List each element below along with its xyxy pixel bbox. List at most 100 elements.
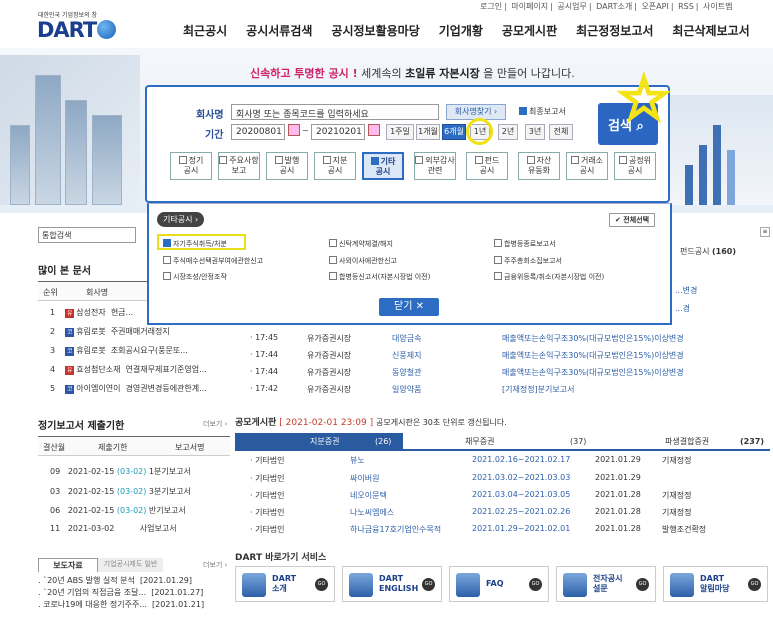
option-fsc-registration[interactable]: 금융위등록/취소(자본시장법 이전) <box>494 272 604 282</box>
periodic-more-link[interactable]: 더보기 › <box>203 419 227 429</box>
service-dart-intro[interactable]: DART 소개 GO <box>235 566 335 602</box>
table-row[interactable]: 09 2021-02-15 (03-02) 1분기보고서 <box>50 466 191 477</box>
option-shareholder-meeting[interactable]: 주주총회소집보고서 <box>494 256 562 266</box>
period-1month[interactable]: 1개월 <box>416 124 440 140</box>
table-row[interactable]: · 기타법인 뷰노 2021.02.16~2021.02.17 2021.01.29 기… <box>250 455 691 466</box>
mypage-link[interactable]: 마이페이지 <box>511 2 548 11</box>
list-item[interactable]: 1 유 삼성전자 현금... <box>50 307 133 318</box>
logo-text: DART <box>37 18 97 42</box>
dart-logo[interactable]: DART <box>37 18 117 42</box>
list-item[interactable]: 3 코 휴림로봇 조회공시요구(풍문또... <box>50 345 188 356</box>
period-3year[interactable]: 3년 <box>525 124 545 140</box>
service-survey[interactable]: 전자공시 설문 GO <box>556 566 656 602</box>
go-icon: GO <box>315 578 328 591</box>
go-icon: GO <box>529 578 542 591</box>
list-item[interactable]: . 코로나19에 대응한 정기주주... [2021.01.21] <box>38 599 204 610</box>
list-item[interactable]: 5 코 아이엠이연이 경영권변경등에관한계... <box>50 383 207 394</box>
table-row[interactable]: 03 2021-02-15 (03-02) 3분기보고서 <box>50 486 191 497</box>
board-header: 공모게시판 [ 2021-02-01 23:09 ] 공모게시판은 30초 단위… <box>235 418 507 428</box>
total-search-input[interactable]: 통합검색 <box>38 227 136 243</box>
nav-public-offering[interactable]: 공모게시판 <box>502 22 557 39</box>
rss-link[interactable]: RSS <box>678 2 694 11</box>
date-to-input[interactable]: 20210201 <box>311 124 365 140</box>
service-faq[interactable]: FAQ GO <box>449 566 549 602</box>
option-outside-director[interactable]: 사외이사에관한신고 <box>329 256 397 266</box>
dart-english-icon <box>349 573 373 597</box>
category-fund[interactable]: 펀드 공시 <box>466 152 508 180</box>
service-notice[interactable]: DART 알림마당 GO <box>663 566 768 602</box>
openapi-link[interactable]: 오픈API <box>641 2 668 11</box>
table-row[interactable]: · 기타법인 나노씨엠에스 2021.02.25~2021.02.26 2021.01… <box>250 507 691 518</box>
press-more-link[interactable]: 더보기 › <box>203 560 227 570</box>
date-from-input[interactable]: 20200801 <box>231 124 285 140</box>
select-all-button[interactable]: ✔ 전체선택 <box>609 213 656 227</box>
final-report-checkbox[interactable]: 최종보고서 <box>519 106 566 117</box>
nav-company-overview[interactable]: 기업개황 <box>439 22 483 39</box>
disclosure-work-link[interactable]: 공시업무 <box>557 2 586 11</box>
period-6month[interactable]: 6개월 <box>442 124 466 140</box>
category-issuance[interactable]: 발행 공시 <box>266 152 308 180</box>
partial-report-link[interactable]: ...경 <box>675 303 690 314</box>
category-ftc[interactable]: 공정위 공시 <box>614 152 656 180</box>
nav-recent-disclosure[interactable]: 최근공시 <box>183 22 227 39</box>
table-row[interactable]: · 기타법인 하나금융17호기업인수목적 2021.01.29~2021.02.01… <box>250 524 706 535</box>
hero-buildings-image <box>0 55 140 205</box>
table-row[interactable]: · 기타법인 싸이버원 2021.03.02~2021.03.03 2021.01.2… <box>250 473 641 484</box>
category-audit[interactable]: 외부감사 관련 <box>414 152 456 180</box>
partial-report-link[interactable]: ...변경 <box>675 285 697 296</box>
list-item[interactable]: . `20년 기업의 직접금융 조달... [2021.01.27] <box>38 587 203 598</box>
period-all[interactable]: 전체 <box>549 124 573 140</box>
tab-disclosure-system[interactable]: 기업공시제도 일반 <box>98 558 163 572</box>
date-separator: ~ <box>302 126 309 135</box>
tab-press[interactable]: 보도자료 <box>38 558 98 572</box>
tab-equity[interactable]: 지분증권 (26) <box>235 433 403 451</box>
star-annotation-icon: ☆ <box>616 64 673 134</box>
table-row[interactable]: · 17:45 유가증권시장 대양금속 매출액또는손익구조30%(대규모법인은15%… <box>250 333 684 343</box>
category-regular[interactable]: 정기 공시 <box>170 152 212 180</box>
popup-title: 기타공시 › <box>157 212 205 227</box>
table-row[interactable]: 06 2021-02-15 (03-02) 반기보고서 <box>50 505 186 516</box>
option-market-stabilization[interactable]: 시장조성/안정조작 <box>163 272 227 282</box>
option-trust-contract[interactable]: 신탁계약체결/해지 <box>329 239 393 249</box>
close-button[interactable]: 닫기 ✕ <box>379 298 439 316</box>
sitemap-link[interactable]: 사이트맵 <box>703 2 732 11</box>
option-merger-filing[interactable]: 합병등신고서(자본시장법 이전) <box>329 272 430 282</box>
service-dart-english[interactable]: DART ENGLISH GO <box>342 566 442 602</box>
nav-info-usage[interactable]: 공시정보활용마당 <box>331 22 419 39</box>
list-item[interactable]: . `20년 ABS 발행 실적 분석 [2021.01.29] <box>38 575 192 586</box>
list-item[interactable]: 2 코 휴림로봇 주권매매거래정지 <box>50 326 170 337</box>
category-equity[interactable]: 지분 공시 <box>314 152 356 180</box>
period-label: 기간 <box>205 130 224 141</box>
tab-derivative[interactable]: 파생결합증권 <box>665 433 709 451</box>
popular-title: 많이 본 문서 <box>38 266 91 277</box>
calendar-to-icon[interactable] <box>368 124 380 136</box>
category-exchange[interactable]: 거래소 공시 <box>566 152 608 180</box>
go-icon: GO <box>422 578 435 591</box>
option-merger-end[interactable]: 합병등종료보고서 <box>494 239 556 249</box>
dart-intro-link[interactable]: DART소개 <box>596 2 632 11</box>
nav-recent-correction[interactable]: 최근정정보고서 <box>576 22 653 39</box>
list-item[interactable]: 4 유 효성첨단소재 연결재무제표기준영업... <box>50 364 207 375</box>
table-row[interactable]: · 17:44 유가증권시장 동양철관 매출액또는손익구조30%(대규모법인은15%)… <box>250 367 684 377</box>
period-2year[interactable]: 2년 <box>498 124 518 140</box>
table-row[interactable]: · 기타법인 네오이뮨텍 2021.03.04~2021.03.05 2021.01.… <box>250 490 691 501</box>
table-row[interactable]: · 17:44 유가증권시장 신풍제지 매출액또는손익구조30%(대규모법인은15%)… <box>250 350 684 360</box>
nav-document-search[interactable]: 공시서류검색 <box>246 22 312 39</box>
tab-derivative-count: (237) <box>740 437 765 446</box>
table-row[interactable]: · 17:42 유가증권시장 일양약품 [기재정정]분기보고서 <box>250 384 574 394</box>
login-link[interactable]: 로그인 <box>480 2 502 11</box>
nav-recent-deletion[interactable]: 최근삭제보고서 <box>672 22 749 39</box>
board-tabs: 지분증권 (26) 채무증권 (37) 파생결합증권 (237) <box>235 433 770 451</box>
period-1week[interactable]: 1주일 <box>386 124 414 140</box>
menu-icon[interactable]: ≡ <box>760 227 770 237</box>
category-other[interactable]: 기타 공시 <box>362 152 404 180</box>
tab-debt[interactable]: 채무증권 <box>465 433 494 451</box>
company-label: 회사명 <box>196 110 224 121</box>
option-stock-option[interactable]: 주식매수선택권부여에관한신고 <box>163 256 263 266</box>
table-row[interactable]: 11 2021-03-02 사업보고서 <box>50 523 177 534</box>
tab-fund[interactable]: 펀드공시 (160) <box>680 246 736 257</box>
calendar-from-icon[interactable] <box>288 124 300 136</box>
company-input[interactable]: 회사명 또는 종목코드를 입력하세요 <box>231 104 439 120</box>
category-major[interactable]: 주요사항 보고 <box>218 152 260 180</box>
category-abs[interactable]: 자산 유동화 <box>518 152 560 180</box>
